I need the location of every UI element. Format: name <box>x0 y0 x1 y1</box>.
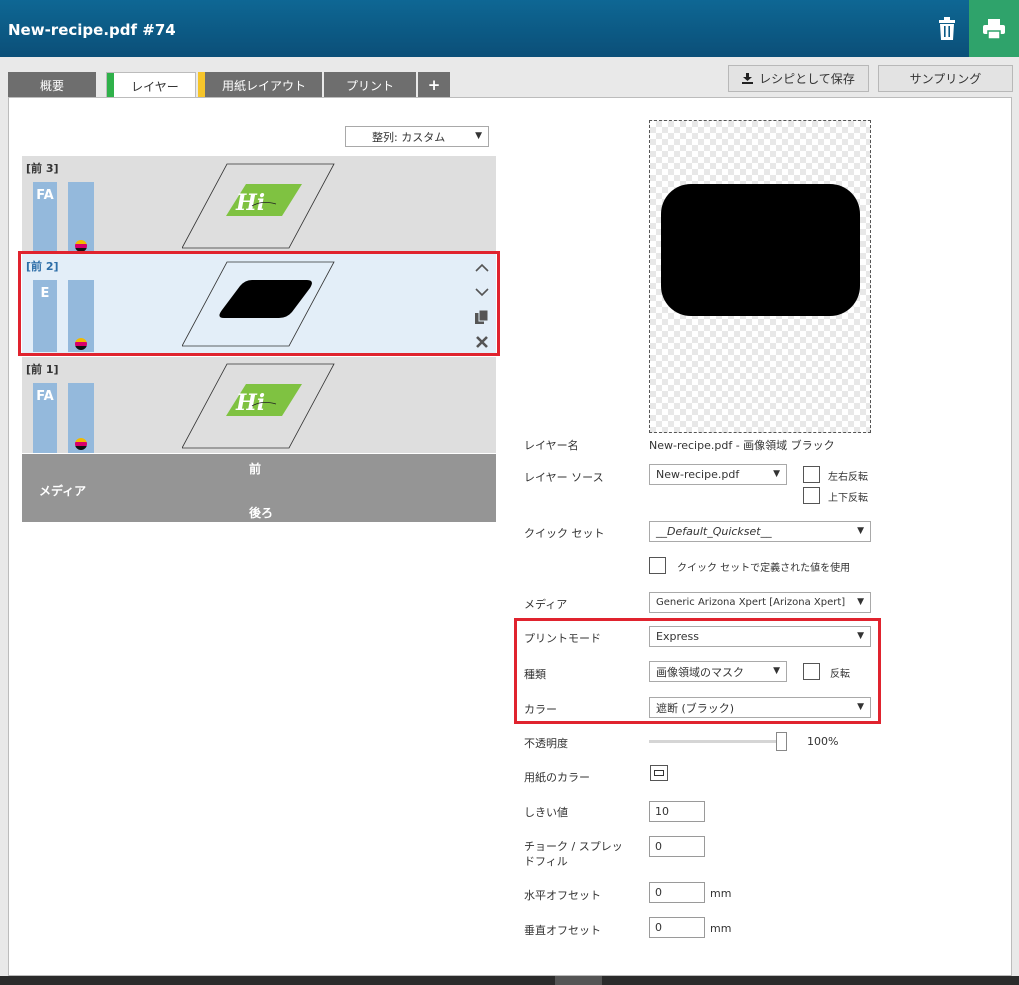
layer-source-label: レイヤー ソース <box>524 471 604 484</box>
quickset-select[interactable]: __Default_Quickset__ ▼ <box>649 521 871 542</box>
opacity-slider-handle[interactable] <box>776 732 787 751</box>
use-quickset-values-checkbox[interactable] <box>649 557 666 574</box>
layer-item-front-1[interactable]: [前 1] FA Hi <box>22 357 496 453</box>
print-button[interactable] <box>969 0 1019 57</box>
document-title: New-recipe.pdf #74 <box>8 21 176 39</box>
layer-type-badge: FA <box>33 383 57 453</box>
delete-button[interactable] <box>925 0 969 57</box>
layer-thumbnail-hi-logo: Hi <box>182 163 335 249</box>
vertical-offset-input[interactable]: 0 <box>649 917 705 938</box>
tab-label: レイヤー <box>131 79 179 94</box>
threshold-input[interactable]: 10 <box>649 801 705 822</box>
mirror-vertical-checkbox[interactable] <box>803 487 820 504</box>
sort-select[interactable]: 整列: カスタム ▼ <box>345 126 489 147</box>
choke-spread-label: チョーク / スプレッドフィル <box>524 840 623 868</box>
media-front-label: 前 <box>249 462 262 476</box>
layer-name-value: New-recipe.pdf - 画像領域 ブラック <box>649 439 835 452</box>
layer-preview <box>649 120 871 433</box>
sampling-label: サンプリング <box>909 72 982 86</box>
paper-color-label: 用紙のカラー <box>524 771 590 784</box>
media-back-label: 後ろ <box>249 506 274 520</box>
scrollbar-thumb[interactable] <box>555 976 602 985</box>
tab-paper-layout[interactable]: 用紙レイアウト <box>198 72 322 98</box>
sampling-button[interactable]: サンプリング <box>878 65 1013 92</box>
printer-icon <box>983 18 1005 40</box>
add-tab-button[interactable]: + <box>418 72 450 98</box>
media-select[interactable]: Generic Arizona Xpert [Arizona Xpert] ▼ <box>649 592 871 613</box>
vertical-offset-unit: mm <box>710 922 732 935</box>
trash-icon <box>939 16 955 40</box>
cmyk-icon <box>75 438 87 450</box>
threshold-label: しきい値 <box>524 806 568 819</box>
horizontal-scrollbar[interactable] <box>0 976 1019 985</box>
horizontal-offset-label: 水平オフセット <box>524 889 601 902</box>
save-as-recipe-label: レシピとして保存 <box>759 72 855 86</box>
opacity-value: 100% <box>807 735 839 748</box>
print-settings-highlight <box>514 618 881 724</box>
use-quickset-values-label: クイック セットで定義された値を使用 <box>677 563 851 574</box>
tab-label: 用紙レイアウト <box>221 78 306 93</box>
layer-item-front-3[interactable]: [前 3] FA Hi <box>22 156 496 253</box>
layer-name-label: レイヤー名 <box>524 439 579 452</box>
download-icon <box>742 73 754 84</box>
media-field-label: メディア <box>524 598 568 611</box>
vertical-offset-label: 垂直オフセット <box>524 924 601 937</box>
dropdown-arrow-icon: ▼ <box>475 131 482 141</box>
preview-black-shape <box>661 184 860 316</box>
layer-type-badge: FA <box>33 182 57 253</box>
tab-label: プリント <box>345 78 394 93</box>
dropdown-arrow-icon: ▼ <box>857 526 864 536</box>
mirror-horizontal-checkbox[interactable] <box>803 466 820 483</box>
choke-spread-input[interactable]: 0 <box>649 836 705 857</box>
tab-label: 概要 <box>39 78 64 93</box>
layer-source-select[interactable]: New-recipe.pdf ▼ <box>649 464 787 485</box>
dropdown-arrow-icon: ▼ <box>857 597 864 607</box>
plus-icon: + <box>427 76 441 94</box>
quickset-value: __Default_Quickset__ <box>656 525 772 538</box>
selected-layer-highlight <box>18 251 500 356</box>
tab-layers[interactable]: レイヤー <box>106 72 196 99</box>
layer-name: [前 1] <box>26 363 59 376</box>
mirror-vertical-label: 上下反転 <box>828 493 868 504</box>
opacity-label: 不透明度 <box>524 737 568 750</box>
save-as-recipe-button[interactable]: レシピとして保存 <box>728 65 869 92</box>
media-bar: 前 メディア 後ろ <box>22 454 496 522</box>
paper-color-swatch[interactable] <box>650 765 668 781</box>
media-label: メディア <box>39 484 87 498</box>
tab-overview[interactable]: 概要 <box>8 72 96 98</box>
sort-value: 整列: カスタム <box>372 130 446 144</box>
layer-name: [前 3] <box>26 162 59 175</box>
media-value: Generic Arizona Xpert [Arizona Xpert] <box>656 597 846 608</box>
dropdown-arrow-icon: ▼ <box>773 469 780 479</box>
tab-print[interactable]: プリント <box>324 72 416 98</box>
mirror-horizontal-label: 左右反転 <box>828 472 868 483</box>
quickset-label: クイック セット <box>524 527 605 540</box>
horizontal-offset-unit: mm <box>710 887 732 900</box>
opacity-slider-track[interactable] <box>649 740 783 743</box>
layer-thumbnail-hi-logo: Hi <box>182 363 335 449</box>
tab-marker <box>107 73 114 99</box>
tab-marker <box>198 72 205 98</box>
horizontal-offset-input[interactable]: 0 <box>649 882 705 903</box>
layer-source-value: New-recipe.pdf <box>656 468 740 481</box>
